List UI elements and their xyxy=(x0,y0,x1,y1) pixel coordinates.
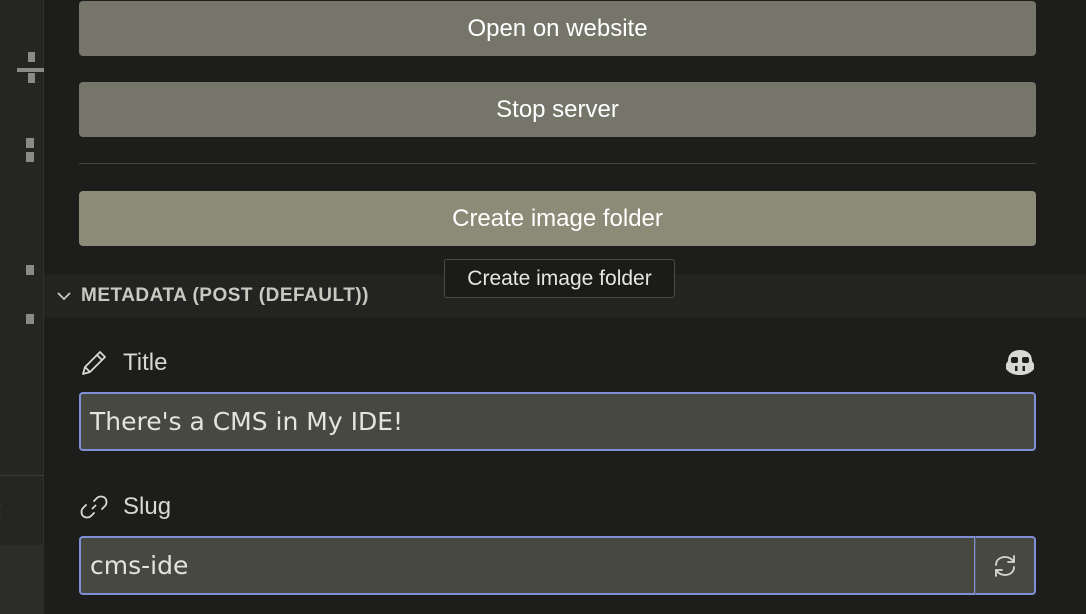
slug-input[interactable]: cms-ide xyxy=(79,536,975,595)
title-field-label: Title xyxy=(79,347,167,379)
refresh-icon xyxy=(995,554,1015,577)
drag-handle-icon[interactable] xyxy=(28,73,35,83)
tooltip: Create image folder xyxy=(444,259,675,298)
refresh-slug-button[interactable] xyxy=(975,536,1036,595)
slug-field-label: Slug xyxy=(79,491,171,523)
slug-field: cms-ide xyxy=(79,536,1036,595)
slug-label-text: Slug xyxy=(123,493,172,520)
scroll-marker-icon xyxy=(26,265,34,275)
activity-bar: ‹ xyxy=(0,0,44,614)
metadata-section-title: METADATA (POST (DEFAULT)) xyxy=(81,285,369,306)
scroll-marker-icon xyxy=(26,152,34,162)
stop-server-button[interactable]: Stop server xyxy=(79,82,1036,137)
title-label-text: Title xyxy=(123,349,168,376)
divider xyxy=(79,163,1036,164)
pencil-icon xyxy=(82,351,106,375)
scroll-marker-icon xyxy=(26,138,34,148)
open-on-website-button[interactable]: Open on website xyxy=(79,1,1036,56)
split-handle-icon[interactable] xyxy=(17,68,44,72)
title-input[interactable]: There's a CMS in My IDE! xyxy=(79,392,1036,451)
copilot-icon[interactable] xyxy=(1003,347,1037,377)
drag-handle-icon[interactable] xyxy=(28,52,35,62)
activity-footer-section xyxy=(0,545,44,614)
scroll-marker-icon xyxy=(26,314,34,324)
activity-lower-section xyxy=(0,475,44,545)
create-image-folder-button[interactable]: Create image folder xyxy=(79,191,1036,246)
link-icon xyxy=(80,495,108,519)
chevron-down-icon xyxy=(57,292,71,301)
chevron-left-icon[interactable]: ‹ xyxy=(0,496,1,522)
